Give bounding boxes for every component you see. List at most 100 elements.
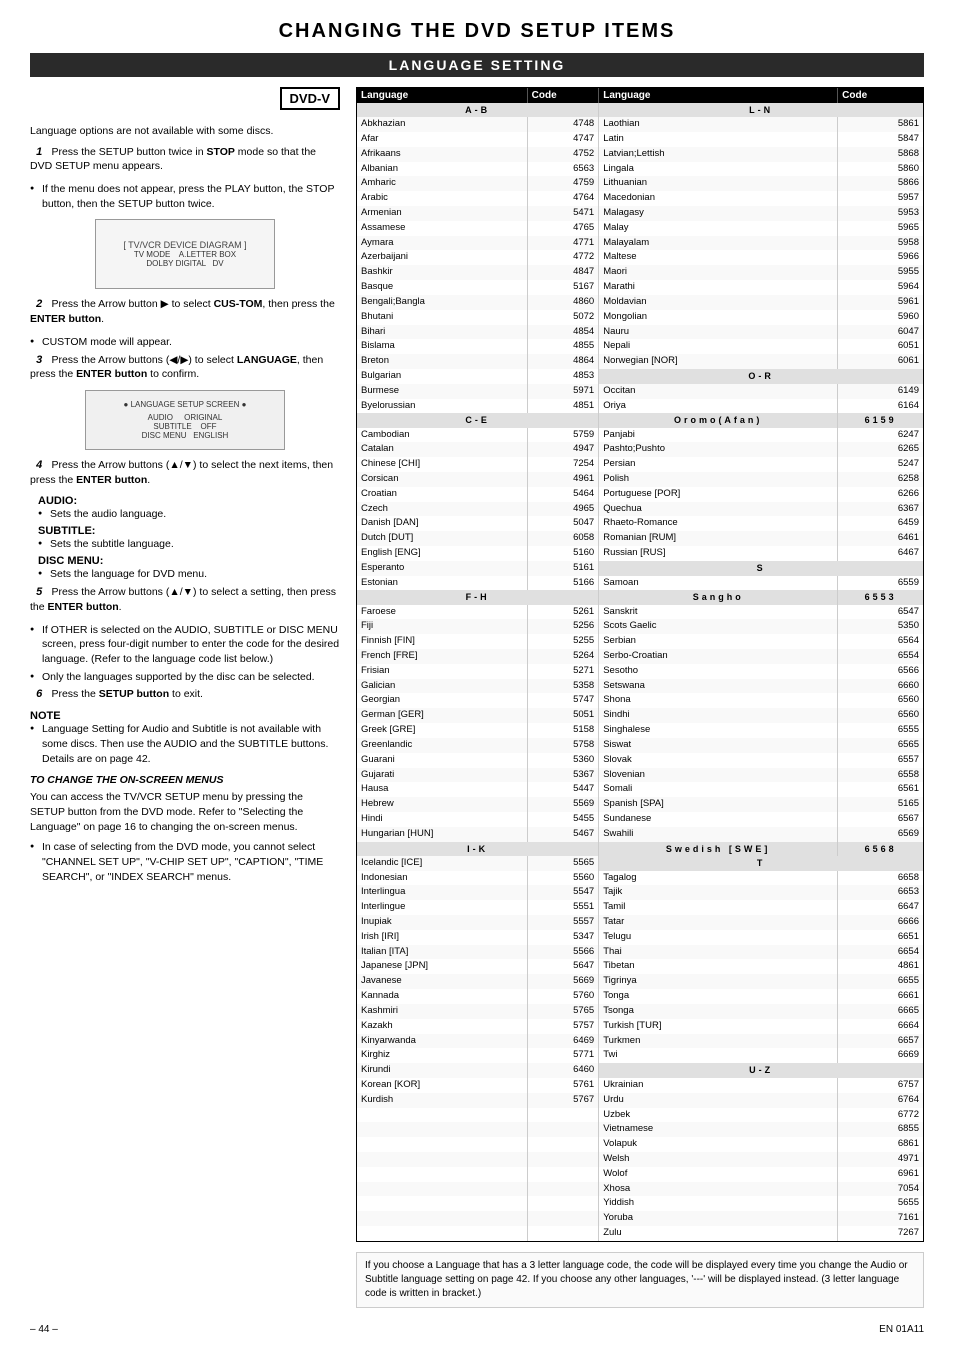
- lang-code-cell: 6553: [838, 590, 923, 604]
- lang-code-cell: 6657: [838, 1034, 923, 1049]
- lang-name: [357, 1182, 527, 1197]
- lang-name: Byelorussian: [357, 399, 527, 414]
- lang-code-cell: 6669: [838, 1048, 923, 1063]
- lang-name: Twi: [599, 1048, 838, 1063]
- lang-code-cell: 7161: [838, 1211, 923, 1226]
- section-header-right: U-Z: [599, 1063, 923, 1078]
- lang-name: Cambodian: [357, 428, 527, 443]
- lang-code-cell: 5761: [527, 1078, 599, 1093]
- lang-name: Bulgarian: [357, 369, 527, 384]
- lang-name: Samoan: [599, 576, 838, 591]
- lang-name: Tagalog: [599, 871, 838, 886]
- language-table: Language Code Language Code A-BL-NAbkhaz…: [357, 88, 923, 1241]
- lang-name: Abkhazian: [357, 117, 527, 132]
- lang-code-cell: 4864: [527, 354, 599, 369]
- lang-name: Occitan: [599, 384, 838, 399]
- lang-code-cell: 5760: [527, 989, 599, 1004]
- lang-code-cell: 6061: [838, 354, 923, 369]
- lang-code-cell: 6554: [838, 649, 923, 664]
- lang-name: Amharic: [357, 176, 527, 191]
- step-2: 2 Press the Arrow button ▶ to select CUS…: [30, 297, 340, 326]
- lang-code-cell: 5551: [527, 900, 599, 915]
- lang-name: Inupiak: [357, 915, 527, 930]
- lang-name: Yiddish: [599, 1196, 838, 1211]
- lang-name: Bhutani: [357, 310, 527, 325]
- lang-code-cell: 4772: [527, 250, 599, 265]
- lang-name: Afar: [357, 132, 527, 147]
- lang-name: [357, 1108, 527, 1123]
- lang-name: Pashto;Pushto: [599, 442, 838, 457]
- footer-note: If you choose a Language that has a 3 le…: [356, 1252, 924, 1308]
- lang-name: Azerbaijani: [357, 250, 527, 265]
- lang-name: Bashkir: [357, 265, 527, 280]
- lang-name: Sanskrit: [599, 605, 838, 620]
- col-lang1: Language: [357, 88, 527, 103]
- lang-name: Interlingua: [357, 885, 527, 900]
- lang-name: Albanian: [357, 162, 527, 177]
- lang-code-cell: [527, 1122, 599, 1137]
- lang-code-cell: 6058: [527, 531, 599, 546]
- lang-name: Interlingue: [357, 900, 527, 915]
- lang-code-cell: 5247: [838, 457, 923, 472]
- lang-code-cell: 6757: [838, 1078, 923, 1093]
- lang-code-cell: 6555: [838, 723, 923, 738]
- lang-code-cell: 6560: [838, 708, 923, 723]
- lang-name: Russian [RUS]: [599, 546, 838, 561]
- intro-text: Language options are not available with …: [30, 124, 340, 139]
- lang-code-cell: [527, 1196, 599, 1211]
- lang-name: Malayalam: [599, 236, 838, 251]
- lang-code-cell: 6647: [838, 900, 923, 915]
- lang-code-cell: 5565: [527, 856, 599, 871]
- lang-name: Armenian: [357, 206, 527, 221]
- lang-code-cell: 5160: [527, 546, 599, 561]
- lang-code-cell: 5957: [838, 191, 923, 206]
- lang-code-cell: 5566: [527, 945, 599, 960]
- lang-name: Kirghiz: [357, 1048, 527, 1063]
- lang-code-cell: 4855: [527, 339, 599, 354]
- lang-code-cell: 6467: [838, 546, 923, 561]
- lang-code-cell: 5758: [527, 738, 599, 753]
- lang-code-cell: 5464: [527, 487, 599, 502]
- subtitle-label: SUBTITLE:: [38, 525, 340, 537]
- lang-name: Kurdish: [357, 1093, 527, 1108]
- lang-code-cell: 5167: [527, 280, 599, 295]
- lang-code-cell: 7267: [838, 1226, 923, 1241]
- lang-code-cell: 5569: [527, 797, 599, 812]
- step-1: 1 Press the SETUP button twice in STOP m…: [30, 145, 340, 174]
- lang-name: Greenlandic: [357, 738, 527, 753]
- lang-name: Rhaeto-Romance: [599, 516, 838, 531]
- lang-code-cell: 5860: [838, 162, 923, 177]
- step-1-text: Press the SETUP button twice in STOP mod…: [30, 146, 316, 173]
- lang-code: EN 01A11: [879, 1324, 924, 1335]
- lang-code-cell: 6961: [838, 1167, 923, 1182]
- step-3: 3 Press the Arrow buttons (◀/▶) to selec…: [30, 353, 340, 382]
- lang-code-cell: 6661: [838, 989, 923, 1004]
- step-6-text: Press the SETUP button to exit.: [51, 688, 203, 700]
- lang-code-cell: 4752: [527, 147, 599, 162]
- lang-name: Esperanto: [357, 561, 527, 576]
- lang-code-cell: 6557: [838, 753, 923, 768]
- lang-code-cell: 7254: [527, 457, 599, 472]
- section-header-right: S: [599, 561, 923, 576]
- lang-code-cell: 5953: [838, 206, 923, 221]
- main-title: CHANGING THE DVD SETUP ITEMS: [30, 20, 924, 43]
- lang-code-cell: 6666: [838, 915, 923, 930]
- lang-code-cell: 6658: [838, 871, 923, 886]
- lang-code-cell: 5747: [527, 693, 599, 708]
- lang-name: Breton: [357, 354, 527, 369]
- lang-name: Scots Gaelic: [599, 619, 838, 634]
- lang-code-cell: 5757: [527, 1019, 599, 1034]
- lang-name: Persian: [599, 457, 838, 472]
- lang-name: Tatar: [599, 915, 838, 930]
- lang-name: Hausa: [357, 782, 527, 797]
- lang-code-cell: 6567: [838, 812, 923, 827]
- lang-code-cell: 4765: [527, 221, 599, 236]
- lang-code-cell: [527, 1211, 599, 1226]
- language-table-wrapper: Language Code Language Code A-BL-NAbkhaz…: [356, 87, 924, 1242]
- lang-code-cell: 6654: [838, 945, 923, 960]
- lang-name: French [FRE]: [357, 649, 527, 664]
- lang-name: [357, 1137, 527, 1152]
- step-5-text: Press the Arrow buttons (▲/▼) to select …: [30, 586, 336, 613]
- lang-name: Macedonian: [599, 191, 838, 206]
- lang-code-cell: 5971: [527, 384, 599, 399]
